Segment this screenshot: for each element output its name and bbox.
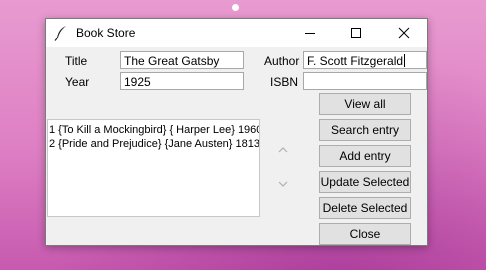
minimize-icon [305, 33, 315, 34]
close-window-button[interactable] [381, 19, 427, 47]
close-icon [398, 27, 410, 39]
title-input[interactable]: The Great Gatsby [120, 51, 244, 69]
add-entry-button[interactable]: Add entry [319, 145, 411, 167]
isbn-label: ISBN [270, 75, 299, 89]
title-bar[interactable]: Book Store [46, 19, 427, 47]
window-title: Book Store [76, 26, 136, 40]
update-selected-button[interactable]: Update Selected [319, 171, 411, 193]
list-item[interactable]: 2 {Pride and Prejudice} {Jane Austen} 18… [48, 137, 259, 151]
minimize-button[interactable] [287, 19, 333, 47]
view-all-button[interactable]: View all [319, 93, 411, 115]
author-input-value: F. Scott Fitzgerald [307, 54, 404, 68]
maximize-icon [351, 28, 361, 38]
desktop-indicator-dot [232, 4, 239, 11]
maximize-button[interactable] [333, 19, 379, 47]
search-entry-button[interactable]: Search entry [319, 119, 411, 141]
chevron-up-icon[interactable] [274, 143, 292, 157]
chevron-down-icon[interactable] [274, 177, 292, 191]
list-item[interactable]: 1 {To Kill a Mockingbird} { Harper Lee} … [48, 123, 259, 137]
listbox-scrollbar[interactable] [274, 143, 292, 191]
isbn-input[interactable] [303, 72, 427, 90]
close-button[interactable]: Close [319, 223, 411, 245]
year-label: Year [65, 75, 90, 89]
title-label: Title [65, 54, 88, 68]
feather-icon [54, 26, 66, 41]
delete-selected-button[interactable]: Delete Selected [319, 197, 411, 219]
year-input[interactable]: 1925 [120, 72, 244, 90]
author-input[interactable]: F. Scott Fitzgerald [303, 51, 427, 69]
book-store-window: Book Store Title The Great Gatsby Author… [45, 18, 428, 246]
text-cursor [404, 54, 406, 67]
author-label: Author [264, 54, 300, 68]
book-listbox[interactable]: 1 {To Kill a Mockingbird} { Harper Lee} … [47, 119, 260, 217]
